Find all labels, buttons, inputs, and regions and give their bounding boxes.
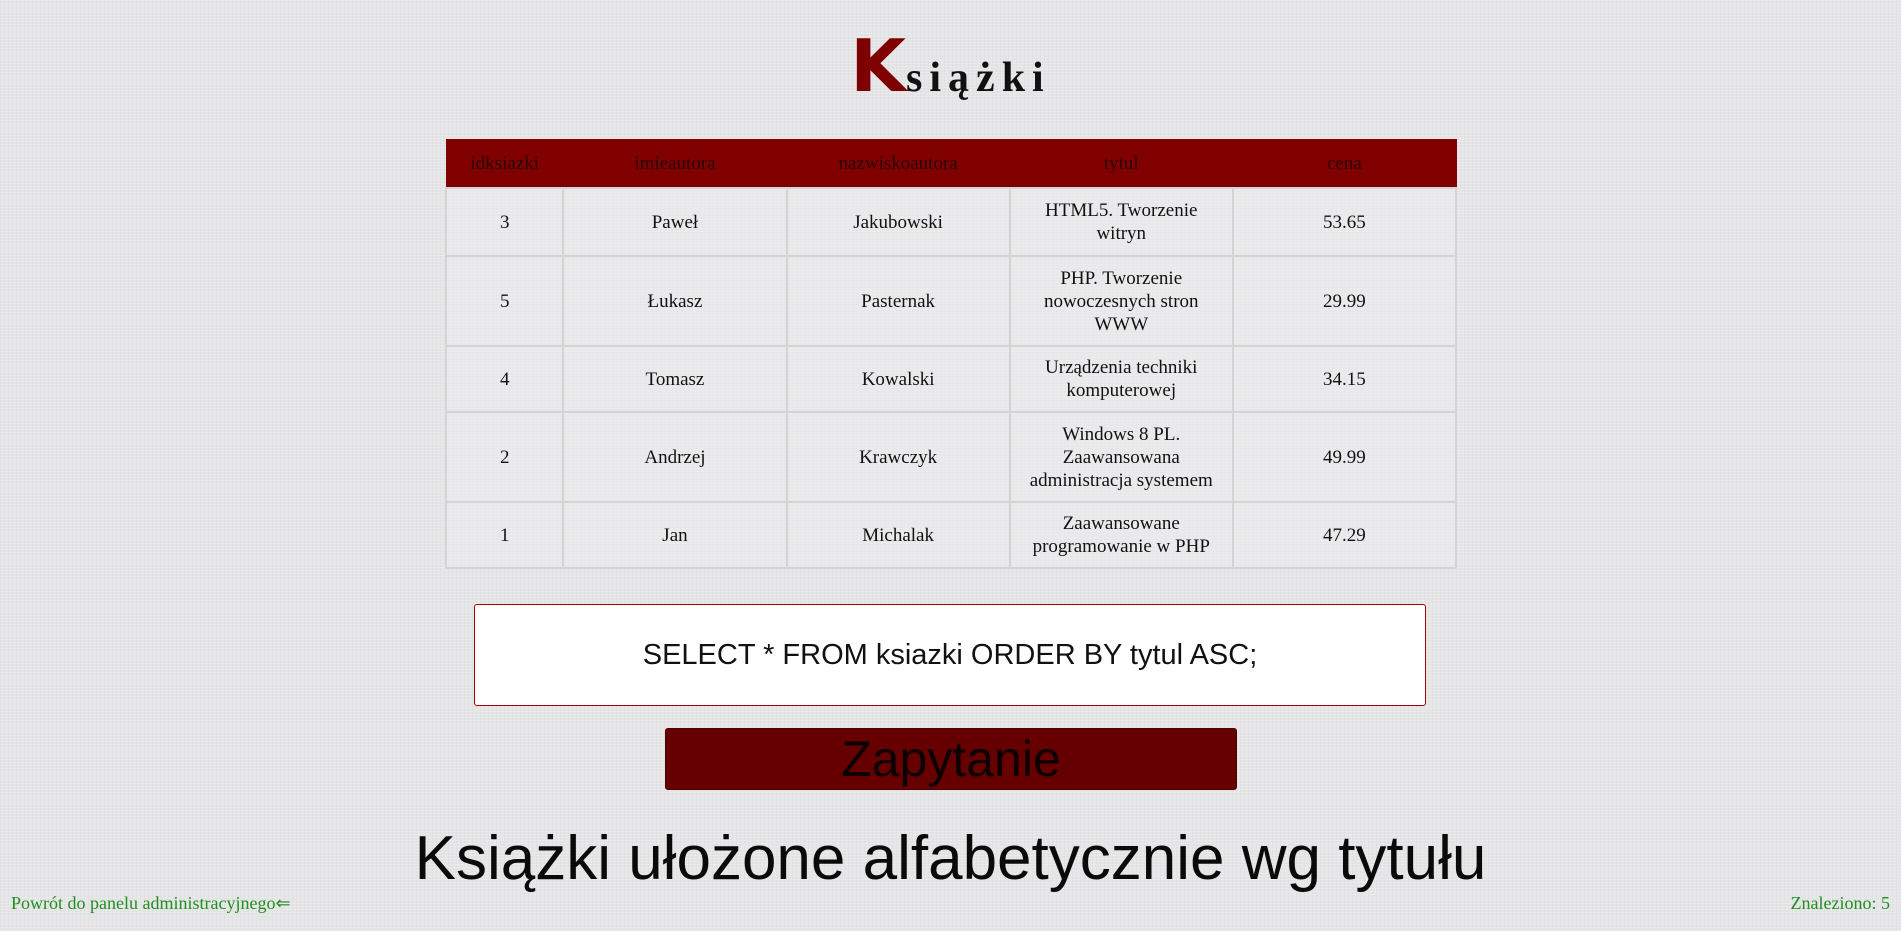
table-row: 3 Paweł Jakubowski HTML5. Tworzenie witr…: [444, 187, 1458, 257]
column-header-idksiazki: idksiazki: [445, 139, 564, 189]
column-header-nazwiskoautora: nazwiskoautora: [786, 139, 1011, 189]
table-row: 2 Andrzej Krawczyk Windows 8 PL. Zaawans…: [444, 411, 1458, 503]
cell-nazwiskoautora: Kowalski: [785, 345, 1011, 413]
query-input[interactable]: [474, 604, 1426, 706]
cell-idksiazki: 4: [444, 345, 565, 413]
back-to-admin-link[interactable]: Powrót do panelu administracyjnego⇐: [11, 893, 291, 914]
column-header-tytul: tytul: [1009, 139, 1234, 189]
cell-imieautora: Paweł: [562, 187, 788, 257]
column-header-imieautora: imieautora: [562, 139, 788, 189]
books-table: idksiazki imieautora nazwiskoautora tytu…: [444, 139, 1458, 569]
cell-imieautora: Łukasz: [562, 255, 788, 347]
table-header-row: idksiazki imieautora nazwiskoautora tytu…: [445, 139, 1457, 189]
cell-nazwiskoautora: Michalak: [785, 501, 1011, 569]
cell-tytul: Windows 8 PL. Zaawansowana administracja…: [1008, 411, 1234, 503]
logo-text: siążki: [906, 55, 1051, 101]
table-row: 4 Tomasz Kowalski Urządzenia techniki ko…: [444, 345, 1458, 413]
table-row: 1 Jan Michalak Zaawansowane programowani…: [444, 501, 1458, 569]
cell-nazwiskoautora: Krawczyk: [785, 411, 1011, 503]
cell-cena: 49.99: [1231, 411, 1458, 503]
cell-tytul: Urządzenia techniki komputerowej: [1008, 345, 1234, 413]
logo-initial: K: [850, 24, 907, 108]
column-header-cena: cena: [1232, 139, 1457, 189]
cell-imieautora: Jan: [562, 501, 788, 569]
cell-cena: 29.99: [1231, 255, 1458, 347]
query-submit-button[interactable]: Zapytanie: [665, 728, 1237, 790]
cell-nazwiskoautora: Pasternak: [785, 255, 1011, 347]
table-row: 5 Łukasz Pasternak PHP. Tworzenie nowocz…: [444, 255, 1458, 347]
cell-cena: 53.65: [1231, 187, 1458, 257]
cell-tytul: Zaawansowane programowanie w PHP: [1008, 501, 1234, 569]
cell-nazwiskoautora: Jakubowski: [785, 187, 1011, 257]
result-heading: Książki ułożone alfabetycznie wg tytułu: [414, 824, 1487, 893]
page-logo: Książki: [0, 30, 1901, 102]
cell-idksiazki: 2: [444, 411, 565, 503]
cell-imieautora: Tomasz: [562, 345, 788, 413]
cell-imieautora: Andrzej: [562, 411, 788, 503]
cell-cena: 47.29: [1231, 501, 1458, 569]
cell-tytul: PHP. Tworzenie nowoczesnych stron WWW: [1008, 255, 1234, 347]
cell-tytul: HTML5. Tworzenie witryn: [1008, 187, 1234, 257]
results-count: Znaleziono: 5: [1790, 893, 1890, 913]
cell-idksiazki: 1: [444, 501, 565, 569]
cell-idksiazki: 3: [444, 187, 565, 257]
cell-idksiazki: 5: [444, 255, 565, 347]
cell-cena: 34.15: [1231, 345, 1458, 413]
